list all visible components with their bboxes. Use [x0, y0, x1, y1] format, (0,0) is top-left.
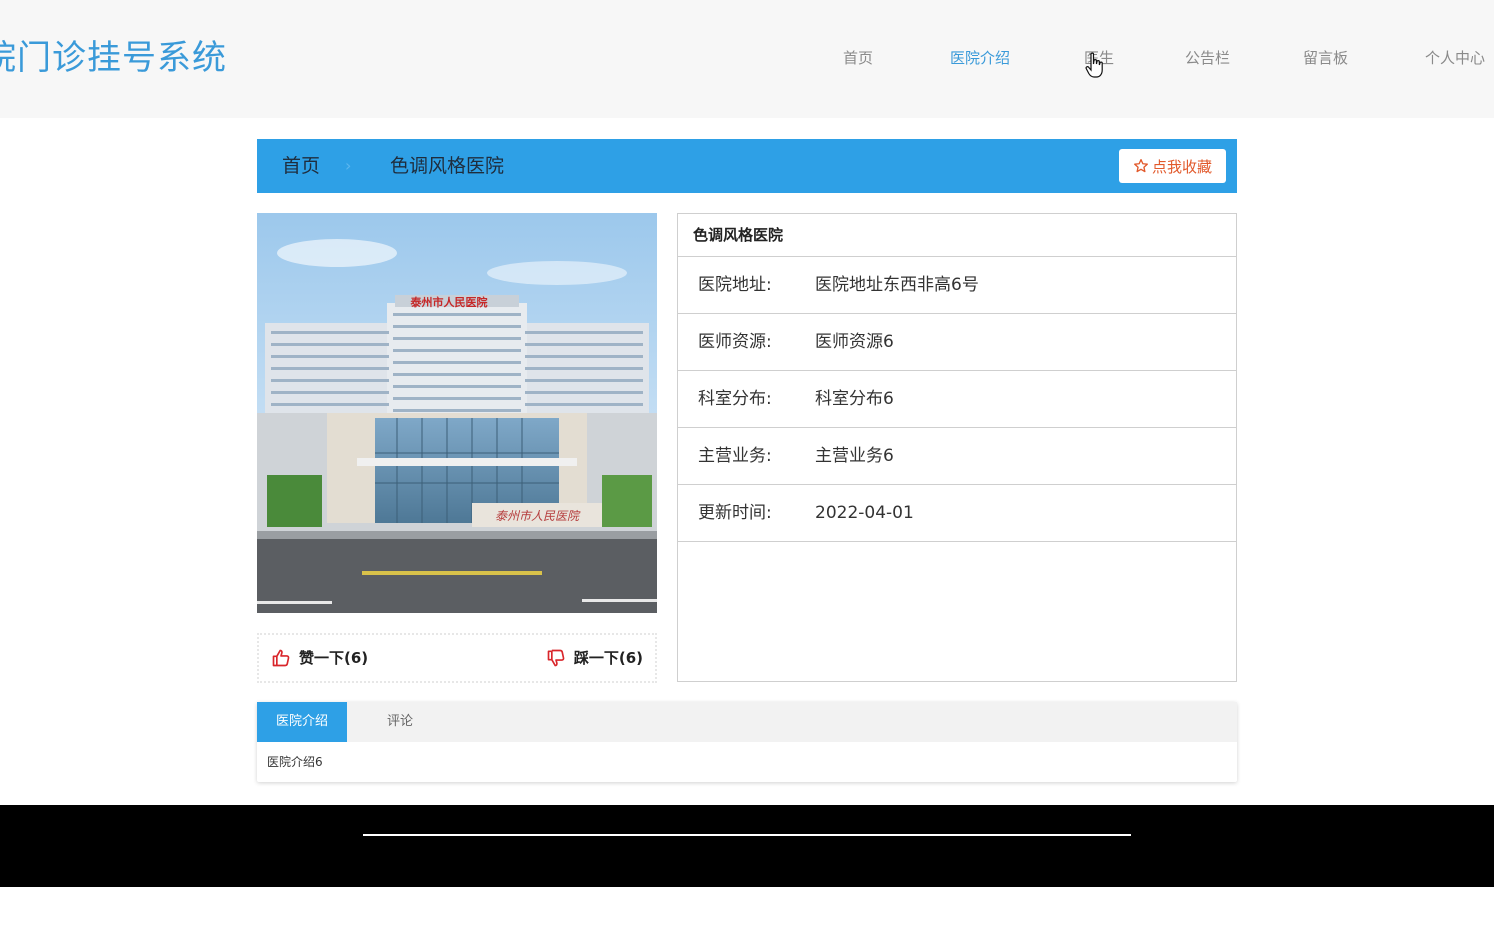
info-label: 医院地址: [698, 275, 772, 295]
info-value: 科室分布6 [815, 389, 894, 409]
favorite-label: 点我收藏 [1151, 157, 1212, 176]
detail-tabs: 医院介绍 评论 医院介绍6 [257, 702, 1237, 782]
hospital-photo: 泰州市人民医院 泰州市人民医院 [257, 213, 657, 613]
info-value: 医院地址东西非高6号 [815, 275, 979, 295]
info-value: 主营业务6 [815, 446, 894, 466]
stone-sign: 泰州市人民医院 [495, 509, 581, 523]
like-button[interactable]: 赞一下(6) [271, 647, 368, 668]
footer [0, 805, 1494, 887]
breadcrumb: 首页 › 色调风格医院 点我收藏 [257, 139, 1237, 193]
tab-comments[interactable]: 评论 [368, 702, 432, 742]
dislike-count: 踩一下(6) [573, 649, 643, 667]
thumbs-up-icon [272, 649, 290, 666]
breadcrumb-current: 色调风格医院 [390, 155, 505, 177]
breadcrumb-home-link[interactable]: 首页 [282, 154, 320, 178]
hospital-info-table: 色调风格医院 医院地址: 医院地址东西非高6号 医师资源: 医师资源6 科室分布… [677, 213, 1237, 682]
nav-personal-center[interactable]: 个人中心 [1425, 47, 1485, 69]
info-label: 科室分布: [698, 389, 772, 409]
favorite-button[interactable]: 点我收藏 [1119, 149, 1226, 183]
info-label: 主营业务: [698, 446, 772, 466]
info-row-doctors: 医师资源: 医师资源6 [678, 314, 1236, 371]
tab-content: 医院介绍6 [267, 755, 323, 769]
vote-bar: 赞一下(6) 踩一下(6) [257, 633, 657, 683]
tab-hospital-intro[interactable]: 医院介绍 [257, 702, 348, 742]
info-label: 医师资源: [698, 332, 772, 352]
tab-header: 医院介绍 评论 [257, 702, 1237, 742]
dislike-button[interactable]: 踩一下(6) [546, 647, 643, 668]
info-row-departments: 科室分布: 科室分布6 [678, 371, 1236, 428]
nav-hospital-intro[interactable]: 医院介绍 [950, 47, 1010, 69]
hand-cursor-icon [1085, 52, 1103, 78]
star-icon [1134, 159, 1148, 173]
nav-notice-board[interactable]: 公告栏 [1185, 47, 1230, 69]
info-value: 医师资源6 [815, 332, 894, 352]
info-title: 色调风格医院 [678, 214, 1236, 257]
info-row-updated: 更新时间: 2022-04-01 [678, 485, 1236, 542]
top-header: 院门诊挂号系统 首页 医院介绍 医生 公告栏 留言板 个人中心 [0, 0, 1494, 118]
info-label: 更新时间: [698, 503, 772, 523]
info-row-address: 医院地址: 医院地址东西非高6号 [678, 257, 1236, 314]
nav-message-board[interactable]: 留言板 [1303, 47, 1348, 69]
breadcrumb-separator: › [345, 156, 352, 175]
main-nav: 首页 医院介绍 医生 公告栏 留言板 个人中心 [0, 47, 1494, 71]
building-sign: 泰州市人民医院 [410, 295, 488, 309]
like-count: 赞一下(6) [299, 649, 369, 667]
info-value: 2022-04-01 [815, 503, 914, 523]
thumbs-down-icon [547, 649, 565, 666]
info-row-business: 主营业务: 主营业务6 [678, 428, 1236, 485]
footer-divider [363, 834, 1131, 836]
nav-home[interactable]: 首页 [843, 47, 873, 69]
